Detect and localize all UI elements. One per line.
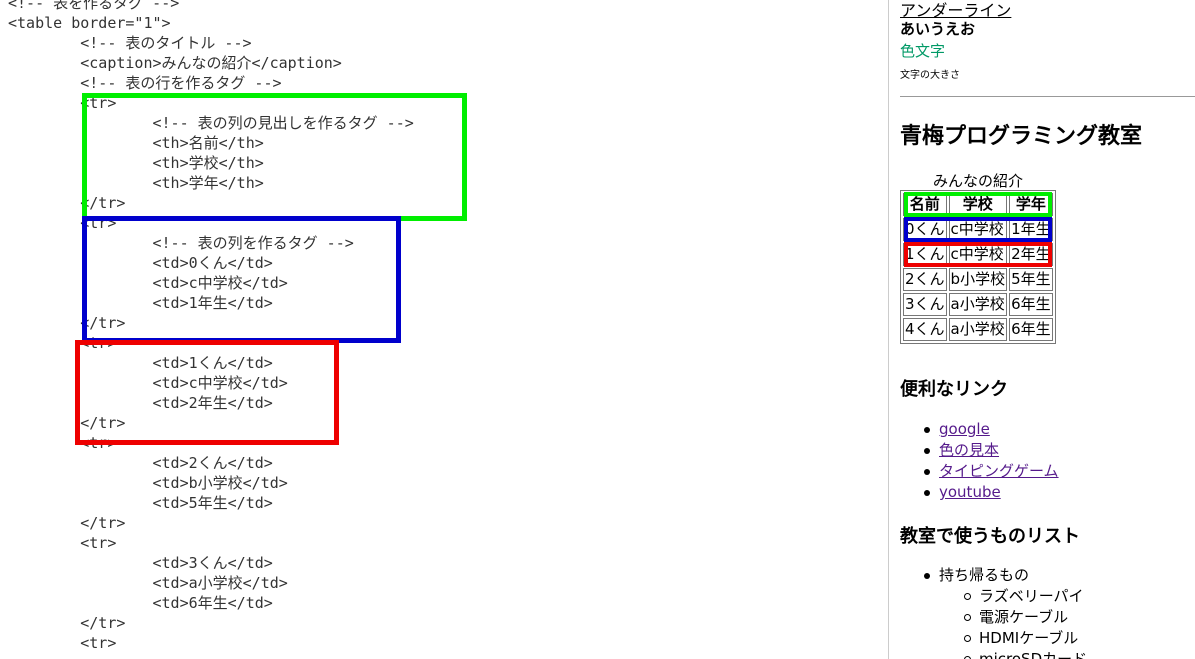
table-caption: みんなの紹介 bbox=[933, 172, 1024, 190]
table-row: 4くん a小学校 6年生 bbox=[903, 318, 1053, 341]
preview-highlight-header-row bbox=[904, 192, 1052, 217]
highlight-box-row-1 bbox=[82, 216, 401, 343]
bold-text: あいうえお bbox=[900, 20, 976, 38]
code-line: <tr> bbox=[8, 534, 117, 552]
table-row: 2くん b小学校 5年生 bbox=[903, 268, 1053, 291]
table-cell: a小学校 bbox=[948, 293, 1008, 316]
table-cell: 6年生 bbox=[1009, 318, 1053, 341]
link-list-item: google bbox=[924, 419, 1059, 440]
bullet-disc-icon bbox=[924, 573, 930, 579]
code-line: <!-- 表のタイトル --> bbox=[8, 34, 252, 52]
sub-item-label: HDMIケーブル bbox=[979, 629, 1079, 647]
sub-items-list: ラズベリーパイ 電源ケーブル HDMIケーブル microSDカード bbox=[964, 586, 1088, 659]
table-cell: 3くん bbox=[903, 293, 947, 316]
sub-item-list-item: HDMIケーブル bbox=[964, 628, 1087, 649]
sub-item-list-item: ラズベリーパイ bbox=[964, 586, 1087, 607]
color-text: 色文字 bbox=[900, 42, 946, 60]
table-row: 3くん a小学校 6年生 bbox=[903, 293, 1053, 316]
links-list: google 色の見本タイピングゲーム youtube bbox=[924, 419, 1059, 503]
table-cell: b小学校 bbox=[948, 268, 1008, 291]
items-heading: 教室で使うものリスト bbox=[900, 526, 1080, 547]
table-cell: 2くん bbox=[903, 268, 947, 291]
code-line: <!-- 表を作るタグ --> bbox=[8, 0, 180, 12]
code-line: <td>5年生</td> bbox=[8, 494, 273, 512]
code-line: <td>3くん</td> bbox=[8, 554, 273, 572]
link-2[interactable]: タイピングゲーム bbox=[939, 462, 1059, 480]
link-1[interactable]: 色の見本 bbox=[939, 441, 999, 459]
link-3[interactable]: youtube bbox=[939, 483, 1001, 501]
horizontal-rule bbox=[900, 96, 1195, 97]
small-text: 文字の大きさ bbox=[900, 70, 960, 81]
items-list: 持ち帰るもの bbox=[924, 565, 1030, 586]
bullet-disc-icon bbox=[924, 427, 930, 433]
code-line: <caption>みんなの紹介</caption> bbox=[8, 54, 342, 72]
bullet-disc-icon bbox=[924, 448, 930, 454]
links-heading: 便利なリンク bbox=[900, 379, 1008, 400]
code-line: </tr> bbox=[8, 514, 126, 532]
code-line: <td>6年生</td> bbox=[8, 594, 273, 612]
preview-pane: アンダーライン あいうえお 色文字 文字の大きさ 青梅プログラミング教室 みんな… bbox=[889, 0, 1195, 659]
link-list-item: 色の見本 bbox=[924, 440, 1059, 461]
table-cell: 4くん bbox=[903, 318, 947, 341]
page-title: 青梅プログラミング教室 bbox=[900, 124, 1143, 149]
code-editor-pane[interactable]: <!-- 表を作るタグ --> <table border="1"> <!-- 表… bbox=[0, 0, 889, 659]
link-0[interactable]: google bbox=[939, 420, 990, 438]
bullet-disc-icon bbox=[924, 469, 930, 475]
item-label: 持ち帰るもの bbox=[939, 566, 1030, 584]
item-list-item: 持ち帰るもの bbox=[924, 565, 1030, 586]
table-cell: a小学校 bbox=[948, 318, 1008, 341]
sub-item-label: ラズベリーパイ bbox=[979, 587, 1084, 605]
highlight-box-header-row bbox=[82, 93, 467, 221]
bullet-circle-icon bbox=[964, 635, 971, 642]
table-cell: 5年生 bbox=[1009, 268, 1053, 291]
highlight-box-row-2 bbox=[75, 340, 339, 445]
table-cell: 6年生 bbox=[1009, 293, 1053, 316]
bullet-circle-icon bbox=[964, 593, 971, 600]
code-line: </tr> bbox=[8, 614, 126, 632]
code-line: <td>b小学校</td> bbox=[8, 474, 288, 492]
bullet-disc-icon bbox=[924, 490, 930, 496]
link-list-item: youtube bbox=[924, 482, 1059, 503]
sub-item-label: 電源ケーブル bbox=[979, 608, 1069, 626]
code-line: <tr> bbox=[8, 634, 117, 652]
code-line: <!-- 表の行を作るタグ --> bbox=[8, 74, 282, 92]
bullet-circle-icon bbox=[964, 614, 971, 621]
link-list-item: タイピングゲーム bbox=[924, 461, 1059, 482]
sub-item-list-item: microSDカード bbox=[964, 649, 1088, 659]
code-line: <td>a小学校</td> bbox=[8, 574, 288, 592]
sub-item-list-item: 電源ケーブル bbox=[964, 607, 1087, 628]
preview-highlight-row-2 bbox=[904, 242, 1052, 267]
sub-item-label: microSDカード bbox=[979, 650, 1088, 659]
preview-highlight-row-1 bbox=[904, 217, 1052, 242]
code-line: <table border="1"> bbox=[8, 14, 171, 32]
code-line: <td>2くん</td> bbox=[8, 454, 273, 472]
